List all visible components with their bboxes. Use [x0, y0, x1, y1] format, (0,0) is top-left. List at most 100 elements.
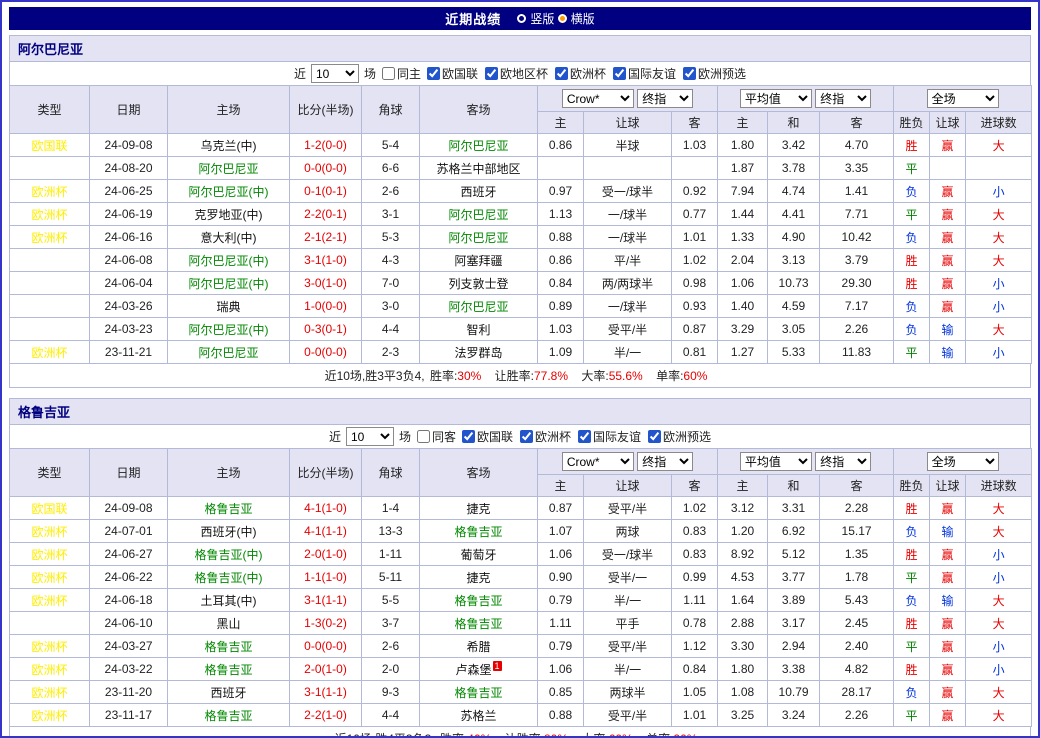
col-score: 比分(半场) — [290, 86, 362, 134]
away-team: 阿尔巴尼亚 — [420, 203, 538, 226]
euro-draw-odds: 3.78 — [768, 157, 820, 180]
asian-stage-select[interactable]: 终指 — [637, 89, 693, 108]
euro-home-odds: 3.12 — [718, 497, 768, 520]
stat-value: 60% — [609, 732, 633, 738]
match-row: 欧洲杯24-06-27格鲁吉亚(中)2-0(1-0)1-11葡萄牙1.06受一/… — [10, 543, 1032, 566]
competition-checkbox[interactable] — [485, 67, 498, 80]
competition-checkbox[interactable] — [683, 67, 696, 80]
competition-checkbox[interactable] — [520, 430, 533, 443]
away-team: 苏格兰中部地区 — [420, 157, 538, 180]
asian-handicap: 一/球半 — [584, 226, 672, 249]
view-mode-radio[interactable]: 横版 — [558, 10, 595, 27]
match-date: 24-09-08 — [90, 134, 168, 157]
competition-label: 欧洲预选 — [698, 65, 746, 82]
same-side-checkbox[interactable] — [417, 430, 430, 443]
asian-away-odds: 1.11 — [672, 589, 718, 612]
asian-home-odds: 1.11 — [538, 612, 584, 635]
away-team: 阿尔巴尼亚 — [420, 226, 538, 249]
euro-home-odds: 1.87 — [718, 157, 768, 180]
scope-group: 全场 — [894, 86, 1032, 112]
recent-count-select[interactable]: 10 — [346, 427, 394, 446]
competition-filter[interactable]: 欧地区杯 — [484, 65, 548, 82]
stat-value: 77.8% — [534, 369, 568, 383]
euro-home-odds: 4.53 — [718, 566, 768, 589]
asian-stage-select[interactable]: 终指 — [637, 452, 693, 471]
euro-draw-odds: 3.38 — [768, 658, 820, 681]
match-row: 欧洲杯24-03-22格鲁吉亚2-0(1-0)2-0卢森堡11.06半/一0.8… — [10, 658, 1032, 681]
stat-value: 80% — [544, 732, 568, 738]
competition-checkbox[interactable] — [555, 67, 568, 80]
col-asian-home: 主 — [538, 112, 584, 134]
competition-filter[interactable]: 欧国联 — [426, 65, 478, 82]
asian-away-odds: 0.81 — [672, 341, 718, 364]
competition-checkbox[interactable] — [427, 67, 440, 80]
asian-home-odds: 0.84 — [538, 272, 584, 295]
competition-filter[interactable]: 欧洲预选 — [682, 65, 746, 82]
competition-filter[interactable]: 欧洲杯 — [519, 428, 571, 445]
score: 2-1(2-1) — [290, 226, 362, 249]
match-date: 24-08-20 — [90, 157, 168, 180]
scope-select[interactable]: 全场 — [927, 452, 999, 471]
match-row: 欧国联24-09-08格鲁吉亚4-1(1-0)1-4捷克0.87受平/半1.02… — [10, 497, 1032, 520]
euro-draw-odds: 10.79 — [768, 681, 820, 704]
match-row: 欧洲杯24-06-18土耳其(中)3-1(1-1)5-5格鲁吉亚0.79半/一1… — [10, 589, 1032, 612]
same-side-filter[interactable]: 同客 — [416, 428, 456, 445]
euro-home-odds: 1.44 — [718, 203, 768, 226]
euro-home-odds: 7.94 — [718, 180, 768, 203]
competition-label: 国际友谊 — [593, 428, 641, 445]
asian-source-select[interactable]: Crow* — [562, 452, 634, 471]
view-mode-radio[interactable]: 竖版 — [517, 10, 554, 27]
asian-home-odds: 1.06 — [538, 658, 584, 681]
results-table: 类型 日期 主场 比分(半场) 角球 客场 Crow* 终指 平均值 终指 — [9, 85, 1032, 364]
match-result: 胜 — [894, 272, 930, 295]
euro-source-select[interactable]: 平均值 — [740, 89, 812, 108]
competition-type: 欧洲杯 — [10, 658, 90, 681]
home-team: 土耳其(中) — [168, 589, 290, 612]
score: 0-0(0-0) — [290, 157, 362, 180]
match-row: 欧洲杯24-06-25阿尔巴尼亚(中)0-1(0-1)2-6西班牙0.97受一/… — [10, 180, 1032, 203]
scope-select[interactable]: 全场 — [927, 89, 999, 108]
match-date: 24-07-01 — [90, 520, 168, 543]
handicap-result: 赢 — [930, 566, 966, 589]
euro-stage-select[interactable]: 终指 — [815, 89, 871, 108]
handicap-result: 赢 — [930, 612, 966, 635]
match-date: 24-09-08 — [90, 497, 168, 520]
euro-stage-select[interactable]: 终指 — [815, 452, 871, 471]
col-type: 类型 — [10, 449, 90, 497]
euro-home-odds: 2.88 — [718, 612, 768, 635]
competition-checkbox[interactable] — [613, 67, 626, 80]
competition-filter[interactable]: 欧洲杯 — [554, 65, 606, 82]
asian-away-odds: 0.93 — [672, 295, 718, 318]
filter-bar: 近 10 场 同客 欧国联欧洲杯国际友谊欧洲预选 — [9, 424, 1031, 448]
recent-count-select[interactable]: 10 — [311, 64, 359, 83]
asian-handicap: 受平/半 — [584, 635, 672, 658]
home-team: 格鲁吉亚 — [168, 635, 290, 658]
col-away: 客场 — [420, 449, 538, 497]
score: 1-2(0-0) — [290, 134, 362, 157]
euro-source-select[interactable]: 平均值 — [740, 452, 812, 471]
competition-checkbox[interactable] — [462, 430, 475, 443]
score: 1-0(0-0) — [290, 295, 362, 318]
match-result: 平 — [894, 157, 930, 180]
same-side-filter[interactable]: 同主 — [381, 65, 421, 82]
corners: 4-4 — [362, 704, 420, 727]
same-side-checkbox[interactable] — [382, 67, 395, 80]
col-asian-home: 主 — [538, 475, 584, 497]
asian-source-select[interactable]: Crow* — [562, 89, 634, 108]
competition-filter[interactable]: 国际友谊 — [612, 65, 676, 82]
home-team: 意大利(中) — [168, 226, 290, 249]
euro-away-odds: 3.35 — [820, 157, 894, 180]
red-card-badge: 1 — [493, 661, 502, 671]
competition-filter[interactable]: 国际友谊 — [577, 428, 641, 445]
competition-filter[interactable]: 欧国联 — [461, 428, 513, 445]
goals-result: 大 — [966, 681, 1032, 704]
euro-draw-odds: 3.13 — [768, 249, 820, 272]
score: 0-1(0-1) — [290, 180, 362, 203]
away-team: 西班牙 — [420, 180, 538, 203]
competition-checkbox[interactable] — [578, 430, 591, 443]
col-type: 类型 — [10, 86, 90, 134]
competition-filter[interactable]: 欧洲预选 — [647, 428, 711, 445]
competition-checkbox[interactable] — [648, 430, 661, 443]
match-result: 平 — [894, 203, 930, 226]
match-result: 平 — [894, 704, 930, 727]
